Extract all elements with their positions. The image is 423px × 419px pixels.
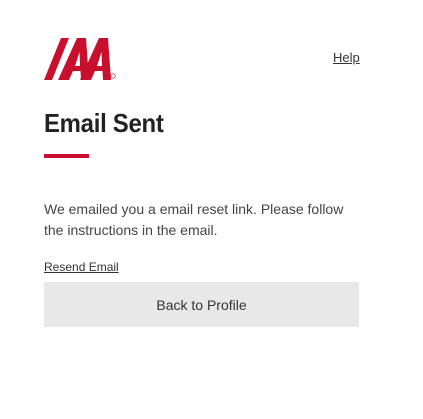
- iaa-logo-icon: [44, 38, 116, 80]
- brand-logo: [44, 38, 116, 80]
- back-to-profile-button[interactable]: Back to Profile: [44, 282, 359, 327]
- page: Help Email Sent We emailed you a email r…: [0, 0, 423, 419]
- resend-email-link[interactable]: Resend Email: [44, 260, 119, 274]
- page-title: Email Sent: [44, 108, 164, 138]
- help-link[interactable]: Help: [333, 50, 360, 65]
- confirmation-message: We emailed you a email reset link. Pleas…: [44, 201, 344, 238]
- title-accent-divider: [44, 154, 89, 158]
